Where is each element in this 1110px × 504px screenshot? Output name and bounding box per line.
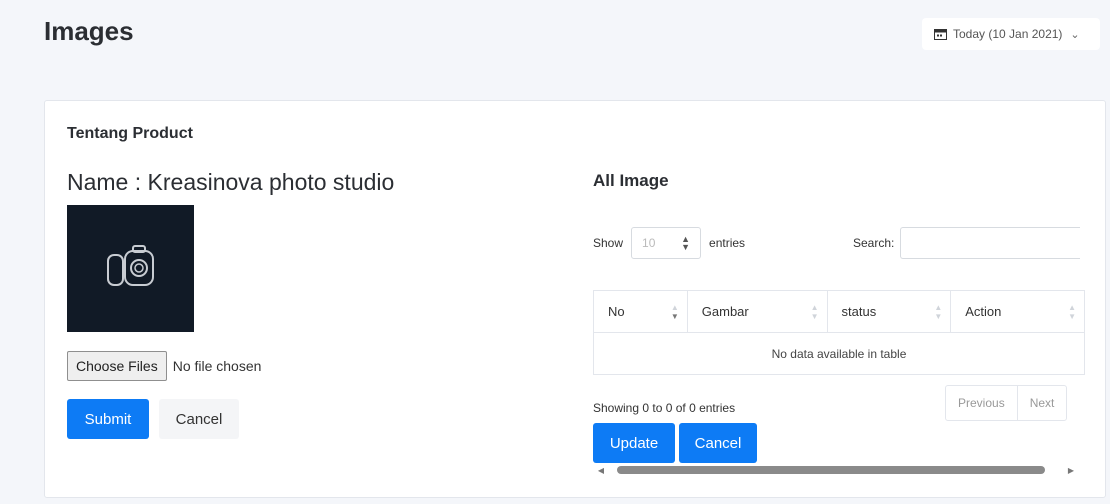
column-header-no[interactable]: No ▲ ▼ xyxy=(593,290,688,333)
column-header-gambar[interactable]: Gambar ▲ ▼ xyxy=(686,290,828,333)
card-title: Tentang Product xyxy=(67,125,193,142)
table-search: Search: xyxy=(853,227,1081,259)
submit-button[interactable]: Submit xyxy=(67,399,149,439)
page-length-select[interactable]: 10 ▲ ▼ xyxy=(631,227,702,259)
column-header-action[interactable]: Action ▲ ▼ xyxy=(950,290,1085,333)
product-card: Tentang Product Name : Kreasinova photo … xyxy=(44,100,1106,498)
search-input[interactable] xyxy=(900,227,1081,259)
empty-table-message: No data available in table xyxy=(593,332,1085,375)
pagination: Previous Next xyxy=(945,385,1068,421)
date-label: Today (10 Jan 2021) xyxy=(953,27,1063,41)
chevron-down-icon: ⌄ xyxy=(1070,28,1080,41)
table-info: Showing 0 to 0 of 0 entries xyxy=(593,401,736,415)
page-length-control: Show 10 ▲ ▼ entries xyxy=(593,227,745,259)
sort-icon: ▲ ▼ xyxy=(934,303,943,321)
scrollbar-track[interactable] xyxy=(607,465,1065,475)
column-header-status[interactable]: status ▲ ▼ xyxy=(826,290,952,333)
product-name: Name : Kreasinova photo studio xyxy=(67,169,395,195)
file-status: No file chosen xyxy=(172,358,262,374)
images-table: No ▲▼ Gambar ▲▼ status ▲▼ Action ▲▼ xyxy=(593,290,1085,375)
scroll-left-icon[interactable]: ◀ xyxy=(595,466,607,475)
file-upload: Choose Files No file chosen xyxy=(67,351,261,381)
table-header-row: No ▲ ▼ Gambar ▲ ▼ status ▲ ▼ Action ▲ ▼ xyxy=(593,290,1085,333)
scrollbar-thumb[interactable] xyxy=(617,466,1045,474)
choose-files-button[interactable]: Choose Files xyxy=(67,351,167,381)
sort-icon: ▲ ▼ xyxy=(1068,303,1076,321)
table-row: No data available in table xyxy=(593,332,1085,375)
show-label: Show xyxy=(593,236,624,250)
horizontal-scrollbar[interactable]: ◀ ▶ xyxy=(595,463,1077,477)
sort-icon: ▲ ▼ xyxy=(670,303,679,321)
scroll-right-icon[interactable]: ▶ xyxy=(1065,466,1077,475)
entries-label: entries xyxy=(709,236,746,250)
all-image-title: All Image xyxy=(593,171,669,190)
calendar-icon xyxy=(934,28,947,40)
sort-icon: ▲ ▼ xyxy=(810,303,819,321)
previous-page-button[interactable]: Previous xyxy=(946,386,1017,420)
camera-icon xyxy=(106,244,154,286)
update-button[interactable]: Update xyxy=(593,423,675,463)
next-page-button[interactable]: Next xyxy=(1016,386,1067,420)
cancel-update-button[interactable]: Cancel xyxy=(679,423,757,463)
search-label: Search: xyxy=(853,236,895,250)
date-range-picker[interactable]: Today (10 Jan 2021) ⌄ xyxy=(922,18,1100,50)
page-length-value: 10 xyxy=(642,236,656,250)
select-arrows-icon: ▲ ▼ xyxy=(681,234,691,252)
page-title: Images xyxy=(44,16,134,46)
cancel-button[interactable]: Cancel xyxy=(159,399,239,439)
product-image xyxy=(67,205,194,332)
